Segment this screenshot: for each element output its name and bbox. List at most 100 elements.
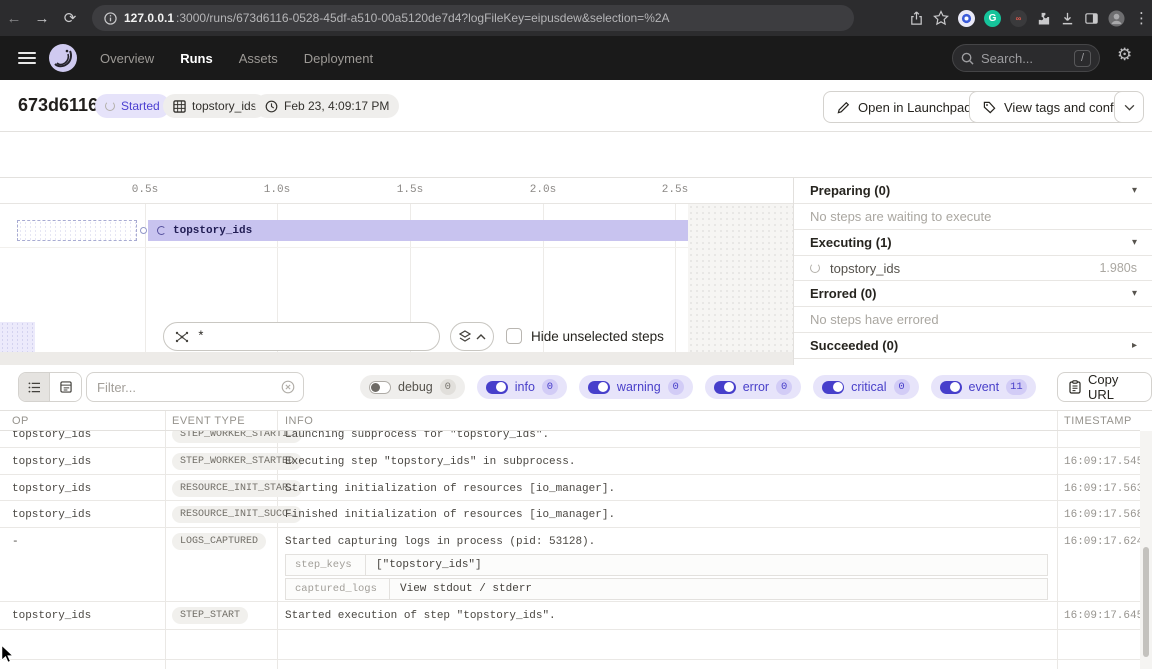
axis-tick: 2.0s	[530, 184, 556, 196]
executing-step-row[interactable]: topstory_ids 1.980s	[794, 256, 1152, 281]
downloads-icon[interactable]	[1060, 11, 1075, 26]
logs-view-unstructured-icon[interactable]	[19, 373, 50, 401]
log-level-error[interactable]: error0	[705, 375, 801, 399]
run-actions-chevron-button[interactable]	[1114, 91, 1144, 123]
hide-unselected-label: Hide unselected steps	[531, 329, 664, 344]
browser-avatar[interactable]	[1108, 10, 1125, 27]
op-graph-icon	[175, 330, 189, 344]
copy-url-button[interactable]: Copy URL	[1057, 372, 1152, 402]
address-bar[interactable]: 127.0.0.1:3000/runs/673d6116-0528-45df-a…	[92, 5, 854, 31]
browser-reload-icon[interactable]: ⟳	[56, 9, 84, 27]
graph-layers-button[interactable]	[450, 322, 494, 351]
scrollbar-thumb[interactable]	[1143, 547, 1149, 657]
log-filter-input-wrap	[86, 372, 304, 402]
metadata-row-step-keys: step_keys ["topstory_ids"]	[285, 554, 1048, 576]
clear-filter-icon[interactable]	[281, 380, 295, 394]
log-filter-input[interactable]	[97, 380, 273, 395]
logs-table: OP EVENT TYPE INFO TIMESTAMP topstory_id…	[0, 410, 1152, 669]
settings-gear-icon[interactable]: ⚙	[1117, 45, 1132, 65]
log-level-debug[interactable]: debug0	[360, 375, 465, 399]
extension-password-icon[interactable]	[958, 10, 975, 27]
hide-unselected-checkbox[interactable]	[506, 328, 522, 344]
gantt-step-bar[interactable]: topstory_ids	[148, 220, 688, 241]
toggle-icon	[940, 381, 962, 394]
log-level-critical[interactable]: critical0	[813, 375, 918, 399]
open-in-launchpad-button[interactable]: Open in Launchpad	[823, 91, 985, 123]
run-header: 673d6116 Started topstory_ids Feb 23, 4:…	[0, 80, 1152, 132]
pane-splitter[interactable]	[0, 352, 793, 365]
nav-tabs: Overview Runs Assets Deployment	[100, 51, 373, 66]
run-status-badge: Started	[95, 94, 170, 118]
table-row-empty	[0, 630, 1140, 660]
section-errored[interactable]: Errored (0)	[794, 281, 1152, 307]
global-search-input[interactable]: Search... /	[952, 44, 1100, 72]
row-separator	[0, 247, 793, 248]
table-row[interactable]: topstory_ids STEP_WORKER_STARTI… Launchi…	[0, 431, 1140, 448]
nav-tab-runs[interactable]: Runs	[180, 51, 213, 66]
steps-status-panel: Preparing (0) No steps are waiting to ex…	[793, 178, 1152, 365]
preparing-empty-row: No steps are waiting to execute	[794, 204, 1152, 230]
gantt-toolbar: Hide not started steps Re-execute (topst…	[0, 132, 1152, 178]
extension-grammarly-icon[interactable]: G	[984, 10, 1001, 27]
log-level-info[interactable]: info0	[477, 375, 567, 399]
toggle-icon	[822, 381, 844, 394]
browser-back-icon[interactable]: ←	[0, 10, 28, 27]
side-panel-icon[interactable]	[1084, 11, 1099, 26]
section-preparing[interactable]: Preparing (0)	[794, 178, 1152, 204]
extension-dark-icon[interactable]: ∞	[1010, 10, 1027, 27]
axis-tick: 0.5s	[132, 184, 158, 196]
hamburger-menu-icon[interactable]	[18, 49, 36, 67]
gantt-dependency-marker	[140, 227, 147, 234]
table-row[interactable]: topstory_ids RESOURCE_INIT_STAR… Startin…	[0, 475, 1140, 501]
url-path: :3000/runs/673d6116-0528-45df-a510-00a51…	[176, 11, 670, 25]
view-stdout-link[interactable]: View stdout / stderr	[390, 579, 542, 599]
col-timestamp: TIMESTAMP	[1064, 415, 1132, 427]
toggle-icon	[486, 381, 508, 394]
pencil-icon	[837, 101, 850, 114]
nav-tab-assets[interactable]: Assets	[239, 51, 278, 66]
browser-menu-icon[interactable]: ⋮	[1134, 9, 1146, 27]
dagster-logo[interactable]	[48, 43, 78, 73]
col-op: OP	[12, 415, 29, 427]
gantt-time-axis: 0.5s 1.0s 1.5s 2.0s 2.5s	[0, 178, 793, 204]
run-job-tag[interactable]: topstory_ids	[163, 94, 267, 118]
errored-empty-row: No steps have errored	[794, 307, 1152, 333]
table-row[interactable]: topstory_ids STEP_START Started executio…	[0, 602, 1140, 630]
clipboard-icon	[1069, 380, 1081, 394]
browser-forward-icon[interactable]: →	[28, 10, 56, 27]
step-selection-input[interactable]	[163, 322, 440, 351]
browser-chrome: ← → ⟳ 127.0.0.1:3000/runs/673d6116-0528-…	[0, 0, 1152, 36]
chevron-down-icon	[1132, 237, 1137, 248]
gantt-future-region	[688, 204, 793, 352]
nav-tab-overview[interactable]: Overview	[100, 51, 154, 66]
section-succeeded[interactable]: Succeeded (0)	[794, 333, 1152, 359]
col-event-type: EVENT TYPE	[172, 415, 245, 427]
logs-view-structured-icon[interactable]	[50, 373, 81, 401]
gridline	[145, 204, 146, 352]
step-selection-value[interactable]	[197, 329, 397, 344]
log-level-event[interactable]: event11	[931, 375, 1036, 399]
bookmark-star-icon[interactable]	[933, 10, 949, 26]
metadata-row-captured-logs: captured_logs View stdout / stderr	[285, 578, 1048, 600]
site-info-icon[interactable]	[104, 12, 117, 25]
search-shortcut-key: /	[1074, 50, 1091, 67]
run-time-tag[interactable]: Feb 23, 4:09:17 PM	[255, 94, 399, 118]
log-level-toggles: debug0 info0 warning0 error0 critical0 e…	[360, 375, 1036, 399]
nav-tab-deployment[interactable]: Deployment	[304, 51, 373, 66]
section-executing[interactable]: Executing (1)	[794, 230, 1152, 256]
share-icon[interactable]	[909, 11, 924, 26]
extensions-puzzle-icon[interactable]	[1036, 11, 1051, 26]
chevron-up-icon	[476, 334, 486, 340]
toggle-icon	[714, 381, 736, 394]
table-row-logs-captured[interactable]: - LOGS_CAPTURED Started capturing logs i…	[0, 528, 1140, 602]
step-spinner-icon	[157, 226, 166, 235]
gantt-waiting-box[interactable]	[17, 220, 137, 241]
view-tags-config-button[interactable]: View tags and config	[969, 91, 1138, 123]
axis-tick: 1.0s	[264, 184, 290, 196]
gantt-bar-label: topstory_ids	[173, 225, 252, 237]
chevron-right-icon	[1132, 340, 1137, 351]
table-row[interactable]: topstory_ids STEP_WORKER_STARTED Executi…	[0, 448, 1140, 475]
log-level-warning[interactable]: warning0	[579, 375, 693, 399]
col-info: INFO	[285, 415, 313, 427]
table-row[interactable]: topstory_ids RESOURCE_INIT_SUCC… Finishe…	[0, 501, 1140, 528]
